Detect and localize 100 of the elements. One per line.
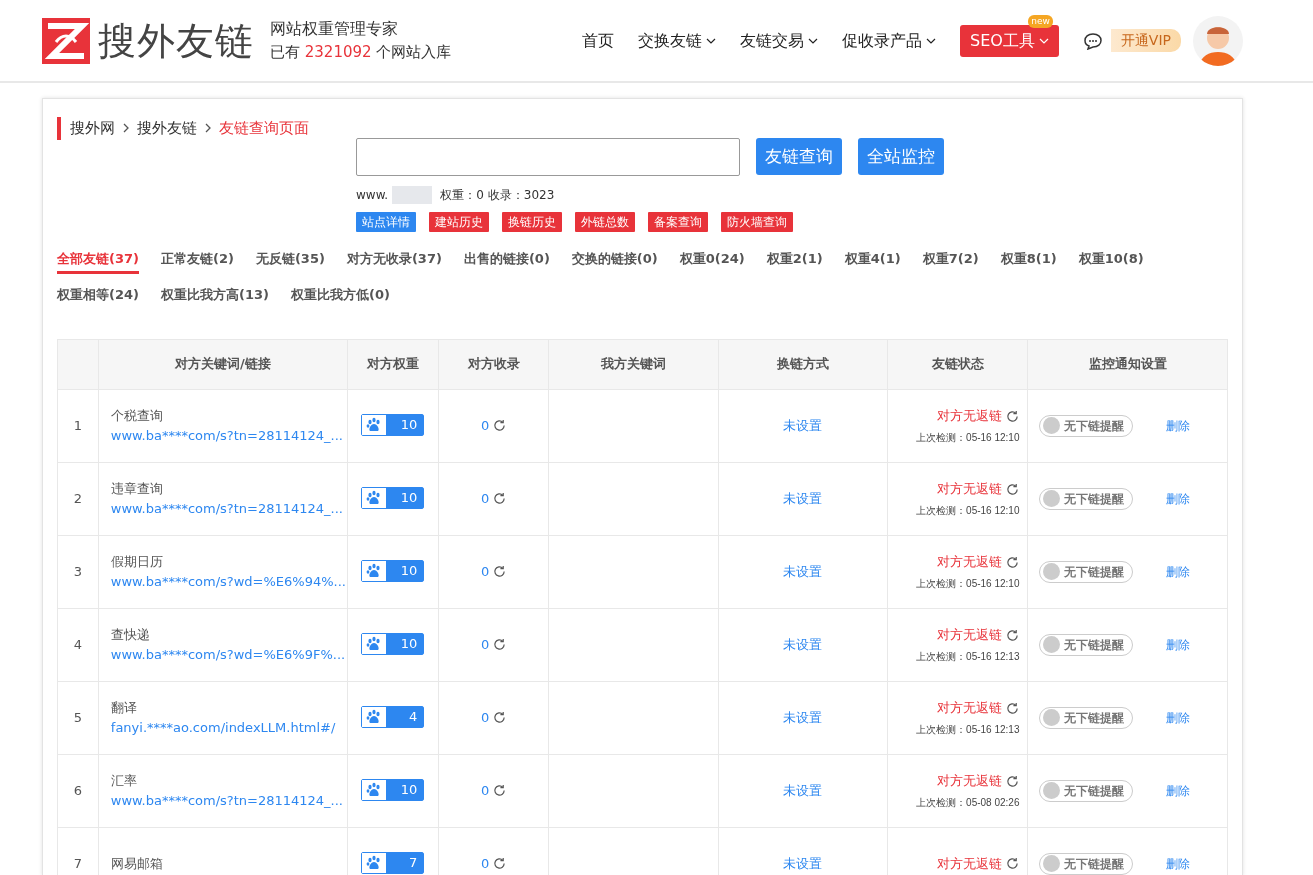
delete-link[interactable]: 删除 — [1166, 489, 1190, 508]
breadcrumb-link[interactable]: 友链查询页面 — [219, 117, 309, 140]
method-link[interactable]: 未设置 — [783, 563, 823, 579]
nav-link[interactable]: 交换友链 — [638, 28, 716, 53]
row-number: 7 — [57, 827, 99, 875]
method-link[interactable]: 未设置 — [783, 490, 823, 506]
refresh-icon[interactable] — [493, 784, 507, 797]
notify-toggle[interactable]: 无下链提醒 — [1039, 560, 1134, 583]
tool-tag[interactable]: 建站历史 — [429, 211, 489, 232]
row-number: 2 — [57, 462, 99, 535]
filter-tab[interactable]: 对方无收录(37) — [346, 245, 442, 274]
chevron-icon — [123, 123, 129, 134]
tool-tag[interactable]: 换链历史 — [502, 211, 562, 232]
refresh-icon[interactable] — [1006, 774, 1020, 788]
indexed-count: 0 — [480, 635, 490, 654]
link-url[interactable]: www.ba****com/s?tn=28114124_... — [110, 790, 346, 810]
refresh-icon[interactable] — [1006, 482, 1020, 496]
search-field[interactable] — [356, 137, 740, 176]
refresh-icon[interactable] — [1006, 701, 1020, 715]
column-header: 对方收录 — [438, 339, 549, 389]
vip-link[interactable]: 开通VIP — [1110, 29, 1181, 52]
tool-tag[interactable]: 备案查询 — [648, 211, 708, 232]
delete-link[interactable]: 删除 — [1166, 854, 1190, 873]
filter-tab[interactable]: 交换的链接(0) — [571, 245, 658, 274]
notify-toggle[interactable]: 无下链提醒 — [1039, 779, 1134, 802]
row-number: 3 — [57, 535, 99, 608]
nav-link[interactable]: 促收录产品 — [842, 28, 936, 53]
status-text: 对方无返链 — [937, 854, 1003, 873]
refresh-icon[interactable] — [493, 711, 507, 724]
weight-text: 权重：0 — [440, 186, 484, 204]
delete-link[interactable]: 删除 — [1166, 781, 1190, 800]
link-url[interactable]: www.ba****com/s?wd=%E6%9F%... — [110, 644, 346, 664]
filter-tab[interactable]: 权重10(8) — [1078, 245, 1144, 274]
last-check-text: 上次检测：05-16 12:10 — [915, 503, 1020, 518]
refresh-icon[interactable] — [493, 565, 507, 578]
query-button[interactable]: 友链查询 — [756, 137, 842, 176]
link-url[interactable]: www.ba****com/s?wd=%E6%94%... — [110, 571, 346, 591]
keyword-text: 假期日历 — [110, 553, 164, 571]
link-url[interactable]: fanyi.****ao.com/indexLLM.html#/ — [110, 717, 346, 737]
method-link[interactable]: 未设置 — [783, 782, 823, 798]
filter-tab[interactable]: 正常友链(2) — [161, 245, 234, 274]
keyword-text: 违章查询 — [110, 480, 164, 498]
logo-icon — [42, 17, 90, 64]
refresh-icon[interactable] — [493, 492, 507, 505]
refresh-icon[interactable] — [1006, 555, 1020, 569]
weight-badge: 4 — [361, 705, 425, 728]
indexed-count: 0 — [480, 416, 490, 435]
method-link[interactable]: 未设置 — [783, 636, 823, 652]
refresh-icon[interactable] — [493, 857, 507, 870]
tagline: 网站权重管理专家 — [270, 18, 399, 41]
method-link[interactable]: 未设置 — [783, 709, 823, 725]
filter-tab[interactable]: 权重8(1) — [1000, 245, 1057, 274]
delete-link[interactable]: 删除 — [1166, 562, 1190, 581]
link-url[interactable]: www.ba****com/s?tn=28114124_... — [110, 425, 346, 445]
notify-toggle[interactable]: 无下链提醒 — [1039, 487, 1134, 510]
filter-tab[interactable]: 权重2(1) — [766, 245, 823, 274]
keyword-text: 网易邮箱 — [110, 854, 164, 873]
tool-tag[interactable]: 站点详情 — [356, 211, 416, 232]
notify-toggle[interactable]: 无下链提醒 — [1039, 414, 1134, 437]
filter-tab[interactable]: 权重比我方低(0) — [290, 282, 390, 311]
notify-toggle[interactable]: 无下链提醒 — [1039, 852, 1134, 875]
delete-link[interactable]: 删除 — [1166, 708, 1190, 727]
filter-tab[interactable]: 权重4(1) — [844, 245, 901, 274]
refresh-icon[interactable] — [493, 638, 507, 651]
column-header: 我方关键词 — [548, 339, 718, 389]
nav-link[interactable]: 友链交易 — [740, 28, 818, 53]
tool-tag[interactable]: 防火墙查询 — [721, 211, 793, 232]
refresh-icon[interactable] — [1006, 857, 1020, 870]
indexed-count: 0 — [480, 562, 490, 581]
chevron-icon — [205, 123, 211, 134]
chat-icon[interactable] — [1082, 31, 1103, 50]
refresh-icon[interactable] — [1006, 409, 1020, 423]
filter-tab[interactable]: 无反链(35) — [255, 245, 325, 274]
filter-tab[interactable]: 全部友链(37) — [57, 245, 139, 274]
filter-tab[interactable]: 出售的链接(0) — [463, 245, 550, 274]
method-link[interactable]: 未设置 — [783, 417, 823, 433]
method-link[interactable]: 未设置 — [783, 855, 823, 871]
seo-tools-button[interactable]: SEO工具 — [960, 24, 1059, 57]
new-badge: new — [1028, 14, 1053, 28]
avatar[interactable] — [1193, 15, 1243, 66]
nav-link[interactable]: 首页 — [582, 28, 614, 53]
breadcrumb-link[interactable]: 搜外友链 — [137, 117, 197, 140]
blurred-text — [392, 185, 433, 204]
filter-tab[interactable]: 权重比我方高(13) — [161, 282, 269, 311]
delete-link[interactable]: 删除 — [1166, 635, 1190, 654]
notify-toggle[interactable]: 无下链提醒 — [1039, 633, 1134, 656]
filter-tab[interactable]: 权重相等(24) — [57, 282, 139, 311]
delete-link[interactable]: 删除 — [1166, 416, 1190, 435]
filter-tab[interactable]: 权重7(2) — [922, 245, 979, 274]
tool-tag[interactable]: 外链总数 — [575, 211, 635, 232]
indexed-text: 收录：3023 — [487, 186, 555, 204]
breadcrumb-link[interactable]: 搜外网 — [70, 117, 115, 140]
query-button[interactable]: 全站监控 — [858, 137, 944, 176]
link-url[interactable]: www.ba****com/s?tn=28114124_... — [110, 498, 346, 518]
indexed-count: 0 — [480, 708, 490, 727]
notify-toggle[interactable]: 无下链提醒 — [1039, 706, 1134, 729]
refresh-icon[interactable] — [1006, 628, 1020, 642]
column-header: 对方关键词/链接 — [98, 339, 348, 389]
filter-tab[interactable]: 权重0(24) — [679, 245, 745, 274]
refresh-icon[interactable] — [493, 419, 507, 432]
